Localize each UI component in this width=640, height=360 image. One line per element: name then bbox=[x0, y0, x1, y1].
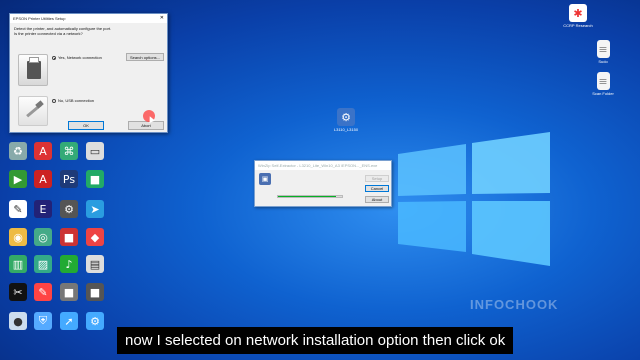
network-connection-label[interactable]: Yes, Network connection bbox=[58, 55, 102, 60]
pdf-icon: A bbox=[34, 142, 52, 160]
desktop-icon[interactable]: ⚙ bbox=[80, 312, 110, 330]
video-caption: now I selected on network installation o… bbox=[117, 327, 514, 354]
anydesk-icon: ◆ bbox=[86, 228, 104, 246]
close-icon[interactable]: ✕ bbox=[160, 14, 164, 23]
gear-icon: ⚙ bbox=[60, 200, 78, 218]
video-icon: ▶ bbox=[9, 170, 27, 188]
app-icon: ■ bbox=[86, 283, 104, 301]
folder-icon: ▭ bbox=[86, 142, 104, 160]
tool-icon: ✎ bbox=[9, 200, 27, 218]
app-icon: ■ bbox=[60, 283, 78, 301]
usb-connection-radio[interactable] bbox=[52, 99, 56, 103]
setup-icon: ⚙ bbox=[337, 108, 355, 126]
desktop-icon-scan-folder[interactable]: ≡ Scan Folder bbox=[588, 72, 618, 96]
app-icon: ■ bbox=[60, 228, 78, 246]
network-icon: ⌘ bbox=[60, 142, 78, 160]
document-icon: ≡ bbox=[596, 72, 610, 90]
usb-cable-image bbox=[18, 96, 48, 126]
winzip-dialog: WinZip Self-Extractor - L3210_Lite_Win10… bbox=[254, 160, 392, 207]
chart-icon: ▥ bbox=[9, 255, 27, 273]
media-icon: ▤ bbox=[86, 255, 104, 273]
about-button[interactable]: About bbox=[365, 196, 389, 203]
chrome-icon: ◉ bbox=[9, 228, 27, 246]
capcut-icon: ✂ bbox=[9, 283, 27, 301]
browser-icon: ◎ bbox=[34, 228, 52, 246]
app-icon: ■ bbox=[86, 170, 104, 188]
pointer-icon: ➚ bbox=[60, 312, 78, 330]
winzip-icon: ▣ bbox=[259, 173, 271, 185]
winzip-dialog-title: WinZip Self-Extractor - L3210_Lite_Win10… bbox=[255, 161, 391, 170]
cancel-button[interactable]: Cancel bbox=[365, 185, 389, 192]
gear-icon: ⚙ bbox=[86, 312, 104, 330]
desktop-icon[interactable]: ◆ bbox=[80, 228, 110, 246]
network-connection-radio[interactable] bbox=[52, 56, 56, 60]
instruction-line-2: Is the printer connected via a network? bbox=[14, 31, 83, 36]
desktop-icon[interactable]: ■ bbox=[80, 170, 110, 188]
usb-connection-label[interactable]: No, USB connection bbox=[58, 98, 94, 103]
dialog-title: EPSON Printer Utilities Setup bbox=[10, 14, 167, 23]
desktop-icon[interactable]: ➤ bbox=[80, 200, 110, 218]
epson-icon: E bbox=[34, 200, 52, 218]
watermark: INFOCHOOK bbox=[470, 297, 559, 312]
windows-logo bbox=[398, 132, 550, 266]
photoshop-icon: Ps bbox=[60, 170, 78, 188]
shield-icon: ⛨ bbox=[34, 312, 52, 330]
photo-icon: ▨ bbox=[34, 255, 52, 273]
desktop-icon-ccrp[interactable]: ✱ CCRP Research bbox=[563, 4, 593, 28]
network-printer-image bbox=[18, 54, 48, 86]
abort-button[interactable]: Abort bbox=[128, 121, 164, 130]
ok-button[interactable]: OK bbox=[68, 121, 104, 130]
desktop-icon[interactable]: ▭ bbox=[80, 142, 110, 160]
music-icon: ♪ bbox=[60, 255, 78, 273]
tool-icon: ✎ bbox=[34, 283, 52, 301]
desktop-icon[interactable]: ▤ bbox=[80, 255, 110, 273]
desktop-icon-setup-file[interactable]: ⚙ L3110_L3150 bbox=[331, 108, 361, 132]
pdf-icon: A bbox=[34, 170, 52, 188]
recycle-bin-icon: ♻ bbox=[9, 142, 27, 160]
extract-progress-fill bbox=[278, 196, 336, 197]
extract-progress-bar bbox=[277, 195, 343, 198]
sphere-icon: ● bbox=[9, 312, 27, 330]
desktop-icon-sudo[interactable]: ≡ Sudo bbox=[588, 40, 618, 64]
telegram-icon: ➤ bbox=[86, 200, 104, 218]
document-icon: ≡ bbox=[596, 40, 610, 58]
search-options-button[interactable]: Search options... bbox=[126, 53, 164, 61]
setup-button: Setup bbox=[365, 175, 389, 182]
ccrp-icon: ✱ bbox=[569, 4, 587, 22]
desktop-icon[interactable]: ■ bbox=[80, 283, 110, 301]
